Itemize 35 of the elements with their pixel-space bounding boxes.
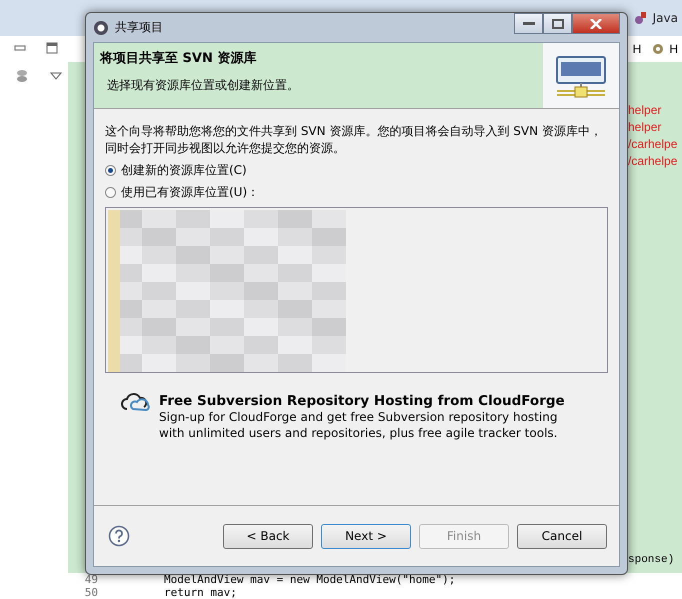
page-title: 将项目共享至 SVN 资源库 [100, 50, 258, 67]
console-line: /carhelpe [628, 136, 678, 153]
description-text: 这个向导将帮助您将您的文件共享到 SVN 资源库。您的项目将会自动导入到 SVN 资源库中，同时会打开同步视图以允许您提交您的资源。 [105, 123, 603, 157]
radio-option[interactable]: 创建新的资源库位置(C) [105, 162, 608, 179]
wizard-button[interactable]: Next > [321, 524, 411, 548]
page-subtitle: 选择现有资源库位置或创建新位置。 [107, 77, 300, 94]
console-line: helper [628, 119, 662, 136]
promo-title: Free Subversion Repository Hosting from CloudForge [159, 393, 565, 409]
maximize-icon [552, 18, 564, 28]
code-line: return mav; [164, 586, 237, 599]
perspective-label[interactable]: Java [652, 11, 678, 25]
console-line: /carhelpe [628, 153, 678, 170]
close-icon [590, 18, 602, 28]
minimize-button[interactable] [514, 13, 543, 34]
help-icon[interactable] [108, 525, 130, 547]
wizard-button[interactable]: Cancel [517, 524, 607, 548]
radio-option[interactable]: 使用已有资源库位置(U)： [105, 184, 608, 201]
code-line: sponse) [628, 553, 676, 568]
promo-text: Sign-up for CloudForge and get free Subversion repository hosting with unlimited users and repositories, plus free agile tracker tools. [159, 409, 558, 441]
dropdown-icon[interactable] [50, 72, 62, 80]
maximize-icon[interactable] [46, 42, 58, 54]
minimize-icon[interactable] [14, 43, 26, 53]
minimize-icon [522, 22, 534, 26]
editor-tab[interactable]: H [669, 42, 678, 56]
line-number: 49 [84, 573, 99, 586]
cloud-icon [119, 393, 151, 413]
console-line: helper [628, 102, 662, 119]
maximize-button[interactable] [543, 13, 572, 34]
wizard-button[interactable]: < Back [223, 524, 313, 548]
line-number: 50 [84, 586, 99, 599]
code-line: ModelAndView mav = new ModelAndView("home"); [164, 573, 456, 586]
window-title: 共享项目 [115, 19, 163, 36]
editor-tab[interactable]: H [632, 42, 642, 56]
database-icon[interactable] [14, 68, 30, 84]
close-button[interactable] [572, 13, 620, 34]
